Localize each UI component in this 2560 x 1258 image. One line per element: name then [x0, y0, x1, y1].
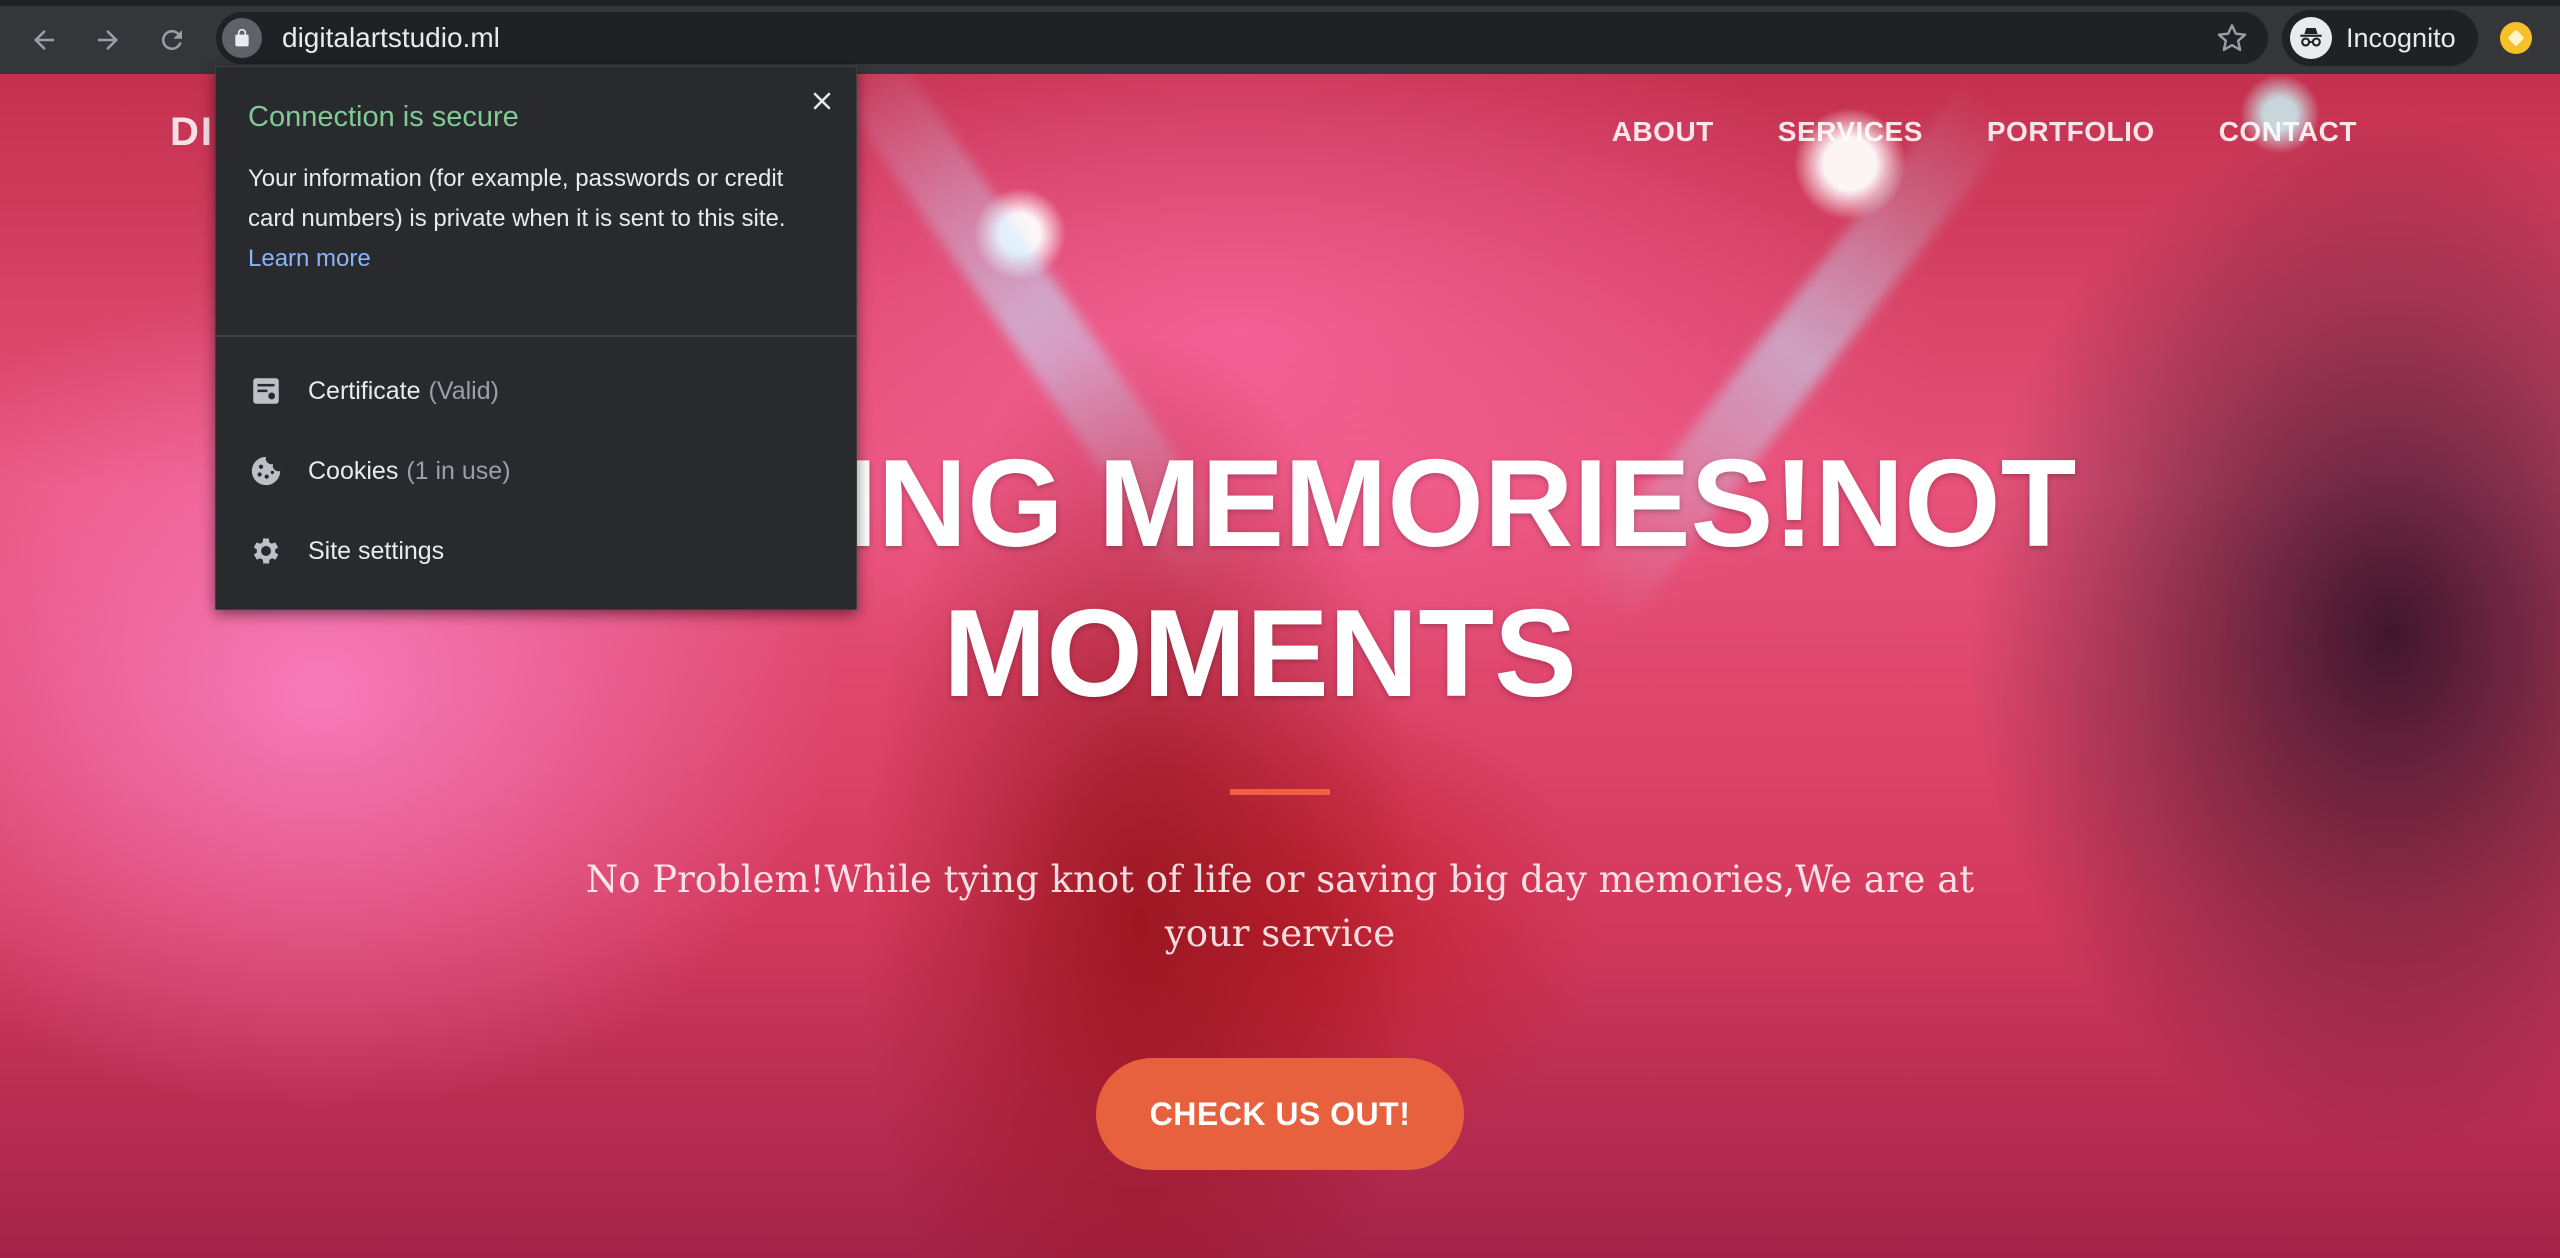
close-icon: [813, 92, 831, 110]
site-brand[interactable]: DI: [170, 110, 214, 155]
reload-button[interactable]: [150, 18, 194, 62]
nav-portfolio[interactable]: PORTFOLIO: [1987, 116, 2155, 148]
tab-strip-edge: [0, 0, 2560, 6]
certificate-status: (Valid): [428, 376, 499, 405]
address-bar[interactable]: digitalartstudio.ml: [216, 12, 2268, 64]
nav-about[interactable]: ABOUT: [1612, 116, 1714, 148]
url-text[interactable]: digitalartstudio.ml: [282, 12, 500, 64]
learn-more-link[interactable]: Learn more: [248, 239, 371, 279]
cookies-status: (1 in use): [406, 456, 511, 485]
site-settings-label: Site settings: [308, 536, 445, 565]
site-nav: ABOUT SERVICES PORTFOLIO CONTACT: [1612, 116, 2357, 148]
gear-icon: [248, 533, 284, 569]
certificate-icon: [248, 373, 284, 409]
close-popup-button[interactable]: [806, 85, 838, 117]
certificate-row[interactable]: Certificate (Valid): [248, 367, 499, 415]
site-settings-row[interactable]: Site settings: [248, 527, 444, 575]
star-icon: [2217, 24, 2247, 52]
cookie-icon: [248, 453, 284, 489]
incognito-icon: [2290, 17, 2332, 59]
forward-button[interactable]: [86, 18, 130, 62]
lock-icon: [235, 28, 249, 47]
incognito-label: Incognito: [2346, 22, 2456, 53]
check-us-out-button[interactable]: CHECK US OUT!: [1096, 1058, 1464, 1170]
site-info-button[interactable]: [222, 18, 262, 58]
nav-contact[interactable]: CONTACT: [2219, 116, 2357, 148]
back-arrow-icon: [34, 30, 54, 50]
connection-info-popup: Connection is secure Your information (f…: [215, 66, 857, 610]
popup-description: Your information (for example, passwords…: [248, 165, 786, 232]
incognito-profile-button[interactable]: Incognito: [2282, 10, 2478, 66]
back-button[interactable]: [22, 18, 66, 62]
popup-title: Connection is secure: [248, 101, 519, 133]
cookies-row[interactable]: Cookies (1 in use): [248, 447, 511, 495]
hero-divider: [1230, 789, 1330, 795]
hero-subtitle: No Problem!While tying knot of life or s…: [585, 858, 1975, 955]
extension-icon[interactable]: [2500, 22, 2532, 54]
forward-arrow-icon: [98, 30, 118, 50]
nav-services[interactable]: SERVICES: [1778, 116, 1923, 148]
browser-toolbar: digitalartstudio.ml Incognito: [0, 0, 2560, 74]
popup-divider: [216, 335, 856, 337]
cookies-label: Cookies: [308, 456, 399, 485]
reload-icon: [161, 29, 182, 50]
bookmark-button[interactable]: [2214, 20, 2250, 56]
certificate-label: Certificate: [308, 376, 421, 405]
